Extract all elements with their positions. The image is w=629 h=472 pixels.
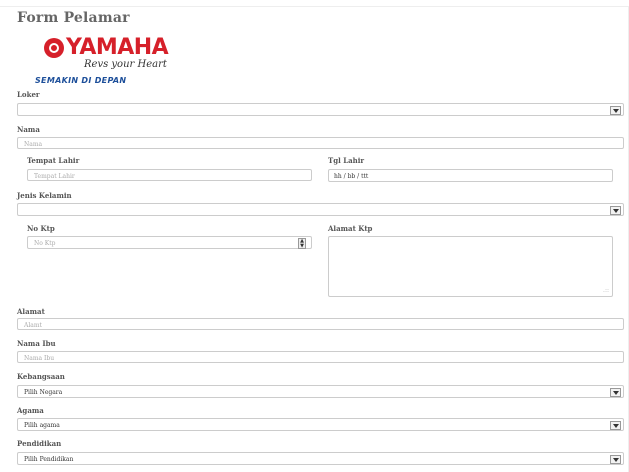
chevron-down-icon[interactable] <box>610 206 621 215</box>
pendidikan-select[interactable]: Pilih Pendidikan <box>17 452 624 465</box>
tgl-lahir-label: Tgl Lahir <box>328 156 365 165</box>
chevron-down-icon[interactable] <box>610 106 621 115</box>
kebangsaan-label: Kebangsaan <box>17 372 65 381</box>
kebangsaan-value: Pilih Negara <box>24 389 63 396</box>
yamaha-emblem-icon <box>44 38 64 58</box>
tempat-lahir-input[interactable]: Tempat Lahir <box>27 169 312 181</box>
alamat-label: Alamat <box>17 307 45 316</box>
jenis-kelamin-select[interactable] <box>17 203 624 216</box>
nama-placeholder: Nama <box>24 141 43 148</box>
tgl-lahir-value: hh / bb / ttt <box>334 173 369 180</box>
kebangsaan-select[interactable]: Pilih Negara <box>17 385 624 398</box>
nama-ibu-placeholder: Nama Ibu <box>24 355 55 362</box>
no-ktp-number-input[interactable]: No Ktp ▲ ▼ <box>27 236 312 249</box>
agama-select[interactable]: Pilih agama <box>17 418 624 431</box>
loker-label: Loker <box>17 90 40 99</box>
chevron-down-icon[interactable] <box>610 388 621 397</box>
logo-wordmark: YAMAHA <box>66 35 169 60</box>
no-ktp-placeholder: No Ktp <box>34 240 56 247</box>
nama-ibu-input[interactable]: Nama Ibu <box>17 351 624 363</box>
chevron-down-icon[interactable] <box>610 455 621 464</box>
pendidikan-label: Pendidikan <box>17 439 62 448</box>
tempat-lahir-label: Tempat Lahir <box>27 156 80 165</box>
agama-value: Pilih agama <box>24 422 60 429</box>
alamat-input[interactable]: Alamt <box>17 318 624 330</box>
logo-slogan: SEMAKIN DI DEPAN <box>35 76 127 85</box>
logo-tagline: Revs your Heart <box>84 59 167 70</box>
tgl-lahir-date-input[interactable]: hh / bb / ttt <box>328 169 613 182</box>
alamat-placeholder: Alamt <box>24 322 42 329</box>
agama-label: Agama <box>17 406 44 415</box>
spinner-arrows-icon[interactable]: ▲ ▼ <box>298 238 306 249</box>
pendidikan-value: Pilih Pendidikan <box>24 456 74 463</box>
form-title: Form Pelamar <box>17 10 130 26</box>
no-ktp-label: No Ktp <box>27 224 55 233</box>
nama-label: Nama <box>17 125 40 134</box>
yamaha-logo: YAMAHA Revs your Heart SEMAKIN DI DEPAN <box>34 32 174 88</box>
nama-ibu-label: Nama Ibu <box>17 339 56 348</box>
chevron-down-icon[interactable] <box>610 421 621 430</box>
alamat-ktp-textarea[interactable]: .:: <box>328 236 613 297</box>
loker-select[interactable] <box>17 103 624 116</box>
resize-grip-icon[interactable]: .:: <box>603 287 609 294</box>
jenis-kelamin-label: Jenis Kelamin <box>17 191 72 200</box>
alamat-ktp-label: Alamat Ktp <box>328 224 373 233</box>
nama-input[interactable]: Nama <box>17 137 624 149</box>
tempat-lahir-placeholder: Tempat Lahir <box>34 173 75 180</box>
